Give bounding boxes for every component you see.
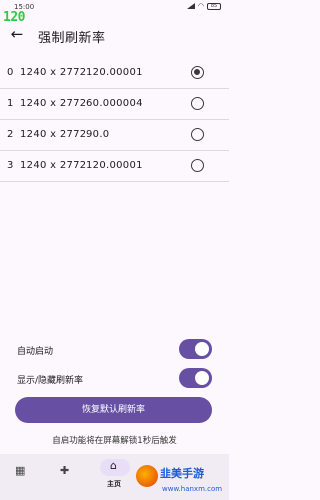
mode-refresh-rate: 60.000004 [86, 98, 143, 109]
mode-radio[interactable] [191, 128, 204, 141]
show-rate-switch[interactable] [179, 368, 212, 388]
mode-index: 0 [7, 67, 14, 78]
mode-row[interactable]: 2 1240 x 2772 90.0 [0, 120, 229, 151]
mode-resolution: 1240 x 2772 [20, 98, 87, 109]
wifi-icon: ◠ [197, 2, 204, 10]
watermark-text: 韭美手游 [160, 467, 204, 480]
auto-start-label: 自动启动 [17, 347, 54, 357]
mode-row[interactable]: 1 1240 x 2772 60.000004 [0, 89, 229, 120]
mode-refresh-rate: 120.00001 [86, 160, 143, 171]
app-bar: ← 强制刷新率 [0, 22, 229, 48]
puzzle-icon: ✚ [60, 464, 70, 477]
mode-resolution: 1240 x 2772 [20, 67, 87, 78]
switch-knob [195, 342, 209, 356]
show-rate-label: 显示/隐藏刷新率 [17, 376, 84, 386]
status-icons: ◠ 85 [186, 2, 221, 10]
show-rate-row: 显示/隐藏刷新率 [0, 366, 229, 392]
grid-icon: ▦ [15, 464, 26, 477]
watermark: 韭美手游 www.hanxm.com [132, 463, 227, 497]
back-arrow-icon[interactable]: ← [8, 25, 26, 43]
mode-refresh-rate: 120.00001 [86, 67, 143, 78]
switch-knob [195, 371, 209, 385]
display-mode-list: 0 1240 x 2772 120.00001 1 1240 x 2772 60… [0, 58, 229, 182]
auto-start-hint: 自启功能将在屏幕解锁1秒后触发 [52, 436, 177, 446]
watermark-logo-icon [136, 465, 158, 487]
auto-start-row: 自动启动 [0, 337, 229, 363]
mode-refresh-rate: 90.0 [86, 129, 110, 140]
mode-index: 1 [7, 98, 14, 109]
watermark-url: www.hanxm.com [162, 485, 223, 493]
mode-index: 3 [7, 160, 14, 171]
battery-level: 85 [210, 2, 218, 9]
status-bar: 15:00 ◠ 85 [0, 0, 229, 14]
signal-icon [186, 3, 195, 9]
nav-home-label: 主页 [107, 480, 121, 488]
mode-row[interactable]: 3 1240 x 2772 120.00001 [0, 151, 229, 182]
battery-icon: 85 [207, 2, 221, 10]
restore-default-button[interactable]: 恢复默认刷新率 [15, 397, 212, 423]
mode-resolution: 1240 x 2772 [20, 160, 87, 171]
mode-resolution: 1240 x 2772 [20, 129, 87, 140]
nav-item-grid[interactable]: ▦ [5, 454, 35, 500]
mode-index: 2 [7, 129, 14, 140]
mode-row[interactable]: 0 1240 x 2772 120.00001 [0, 58, 229, 89]
mode-radio-selected[interactable] [191, 66, 204, 79]
auto-start-switch[interactable] [179, 339, 212, 359]
nav-item-plugins[interactable]: ✚ [50, 454, 80, 500]
mode-radio[interactable] [191, 159, 204, 172]
page-title: 强制刷新率 [38, 31, 106, 46]
mode-radio[interactable] [191, 97, 204, 110]
home-icon: ⌂ [110, 459, 117, 472]
